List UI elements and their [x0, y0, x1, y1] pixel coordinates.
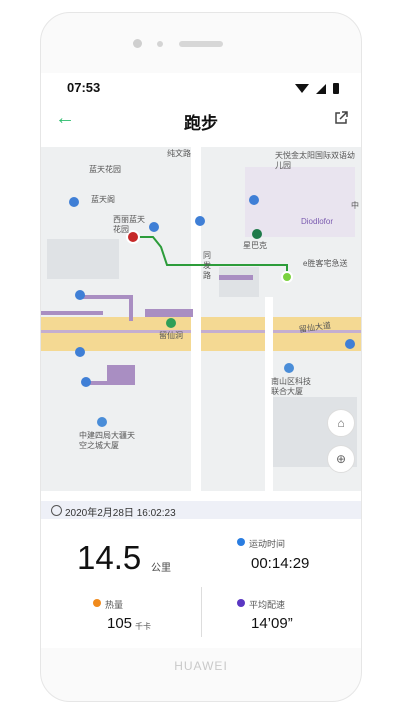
page-title: 跑步	[184, 114, 218, 133]
calories-unit: 千卡	[135, 622, 151, 631]
map-label: 星巴克	[243, 241, 267, 250]
distance-value: 14.5	[77, 539, 142, 576]
status-time: 07:53	[67, 80, 101, 95]
bus-icon	[75, 347, 85, 357]
screen: 07:53 ← 跑步 纯文路 天悦金太阳国际双语幼儿园 蓝天花园 蓝天阁 西丽蓝…	[41, 73, 361, 648]
clock-icon	[51, 505, 62, 516]
starbucks-icon	[252, 229, 262, 239]
office-icon	[284, 363, 294, 373]
stats-divider	[201, 587, 202, 637]
map-poi-icon	[69, 197, 79, 207]
status-bar: 07:53	[41, 73, 361, 101]
workout-date: 2020年2月28日 16:02:23	[65, 508, 176, 519]
signal-icon	[316, 83, 326, 94]
map-label: 天悦金太阳国际双语幼儿园	[275, 151, 355, 170]
map-label: 纯文路	[167, 149, 191, 158]
pace-label: 平均配速	[249, 600, 286, 610]
calories-label: 热量	[105, 600, 124, 610]
proximity-sensor	[157, 41, 163, 47]
earpiece-speaker	[179, 41, 223, 47]
pace-icon	[237, 599, 245, 607]
duration-label: 运动时间	[249, 539, 286, 549]
map-layer-button[interactable]: ⌂	[327, 409, 355, 437]
status-icons	[295, 83, 339, 94]
map-poi-icon	[81, 377, 91, 387]
metro-icon	[166, 318, 176, 328]
bus-stop-icon	[149, 222, 159, 232]
distance-unit: 公里	[151, 563, 171, 574]
parking-icon	[195, 216, 205, 226]
phone-frame: 07:53 ← 跑步 纯文路 天悦金太阳国际双语幼儿园 蓝天花园 蓝天阁 西丽蓝…	[40, 12, 362, 702]
map-poi-icon	[75, 290, 85, 300]
map-label: 南山区科技联合大厦	[271, 377, 311, 396]
map-label: 蓝天阁	[91, 195, 115, 204]
map-label: Diodlofor	[301, 217, 334, 226]
map-label: 西丽蓝天花园	[113, 215, 145, 234]
office-icon	[97, 417, 107, 427]
map-label: 同发路	[203, 251, 211, 280]
share-icon[interactable]	[333, 110, 349, 126]
brand-logo: HUAWEI	[174, 659, 228, 673]
wifi-icon	[295, 84, 309, 93]
map-label: 中建四局大疆天空之城大厦	[79, 431, 135, 450]
workout-summary: 2020年2月28日 16:02:23 14.5 公里 运动时间 00:14:2…	[41, 491, 361, 648]
map-label: e胜客宅急送	[303, 259, 348, 268]
duration-icon	[237, 538, 245, 546]
duration-value: 00:14:29	[251, 555, 310, 572]
route-end-marker	[281, 271, 293, 283]
parking-icon	[249, 195, 259, 205]
map-label: 留仙洞	[159, 331, 183, 340]
pace-value: 14’09”	[251, 615, 293, 632]
map-label: 蓝天花园	[89, 165, 121, 174]
battery-icon	[333, 83, 339, 94]
camera-sensor	[133, 39, 142, 48]
calories-value: 105	[107, 615, 133, 632]
calories-icon	[93, 599, 101, 607]
locate-button[interactable]: ⊕	[327, 445, 355, 473]
date-bar: 2020年2月28日 16:02:23	[41, 501, 361, 519]
map-label: 中	[351, 201, 359, 210]
bus-icon	[345, 339, 355, 349]
route-map[interactable]: 纯文路 天悦金太阳国际双语幼儿园 蓝天花园 蓝天阁 西丽蓝天花园 中 Diodl…	[41, 147, 361, 491]
app-bar: ← 跑步	[41, 101, 361, 141]
